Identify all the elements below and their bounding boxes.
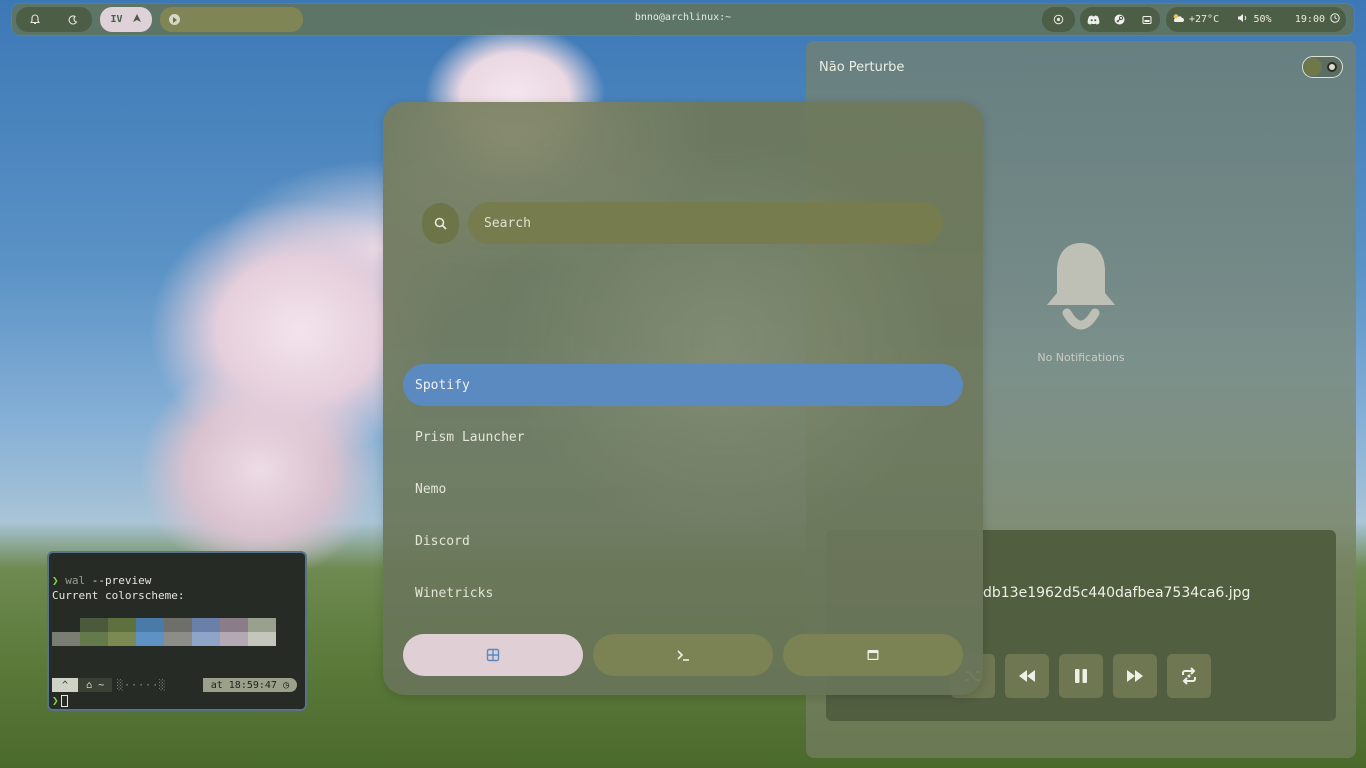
palette-swatch: [108, 618, 136, 632]
dnd-toggle[interactable]: [1302, 56, 1343, 78]
terminal-input-line[interactable]: ❯: [52, 693, 68, 708]
palette-swatch: [136, 632, 164, 646]
pause-button[interactable]: [1059, 654, 1103, 698]
search-icon: [434, 217, 447, 230]
command-name: wal: [65, 574, 86, 587]
repeat-icon: [1182, 667, 1196, 685]
speaker-icon: [1237, 13, 1248, 26]
status-separator: ░·····░: [117, 679, 167, 691]
fast-forward-icon: [1127, 670, 1143, 682]
palette-swatch: [164, 618, 192, 632]
status-area: +27°C 50% 19:00: [1166, 7, 1346, 32]
discord-icon[interactable]: [1082, 15, 1104, 25]
volume-widget[interactable]: 50%: [1237, 13, 1276, 26]
system-tray: [1080, 7, 1160, 32]
command-args: --preview: [85, 574, 152, 587]
terminal-output: Current colorscheme:: [52, 589, 185, 602]
palette-swatch: [248, 618, 276, 632]
app-launcher: Spotify Prism Launcher Nemo Discord Wine…: [383, 102, 983, 695]
palette-swatch: [220, 632, 248, 646]
repeat-button[interactable]: [1167, 654, 1211, 698]
text-cursor: [60, 695, 68, 707]
prompt-symbol: ❯: [52, 574, 59, 587]
palette-swatch: [136, 618, 164, 632]
color-palette: [52, 618, 276, 646]
dnd-title: Não Perturbe: [819, 60, 905, 75]
tab-windows[interactable]: [783, 634, 963, 676]
record-icon[interactable]: [1048, 14, 1070, 25]
clock-widget[interactable]: 19:00: [1290, 13, 1340, 26]
app-item-winetricks[interactable]: Winetricks: [403, 572, 963, 614]
clock-time: 19:00: [1294, 14, 1325, 25]
record-toggle[interactable]: [1042, 7, 1075, 32]
terminal-window[interactable]: ❯ wal --preview Current colorscheme: ^ ⌂…: [47, 551, 307, 711]
palette-swatch: [192, 618, 220, 632]
palette-swatch: [80, 618, 108, 632]
steam-icon[interactable]: [1109, 14, 1131, 25]
app-item-discord[interactable]: Discord: [403, 520, 963, 562]
track-title: db13e1962d5c440dafbea7534ca6.jpg: [983, 585, 1251, 601]
palette-swatch: [192, 632, 220, 646]
tray-app-icon[interactable]: [1136, 15, 1158, 25]
palette-swatch: [52, 632, 80, 646]
status-segment-dir: ⌂ ~: [78, 678, 113, 692]
status-segment-os: ^: [52, 678, 79, 692]
window-icon: [867, 650, 879, 660]
palette-swatch: [220, 618, 248, 632]
status-segment-time: at 18:59:47 ◷: [202, 678, 297, 692]
weather-widget[interactable]: +27°C: [1172, 13, 1224, 26]
app-item-nemo[interactable]: Nemo: [403, 468, 963, 510]
prompt-symbol: ❯: [52, 694, 59, 707]
palette-swatch: [164, 632, 192, 646]
search-input[interactable]: [468, 202, 943, 244]
rewind-icon: [1019, 670, 1035, 682]
terminal-command-line: ❯ wal --preview: [52, 573, 305, 588]
previous-button[interactable]: [1005, 654, 1049, 698]
toggle-track-knob: [1304, 58, 1322, 76]
prompt-statusline: ^ ⌂ ~ ░·····░ at 18:59:47 ◷: [52, 678, 297, 692]
app-item-prism-launcher[interactable]: Prism Launcher: [403, 416, 963, 458]
tab-apps[interactable]: [403, 634, 583, 676]
palette-swatch: [108, 632, 136, 646]
toggle-indicator: [1327, 62, 1337, 72]
terminal-icon: [677, 650, 689, 661]
palette-swatch: [80, 632, 108, 646]
palette-swatch: [248, 632, 276, 646]
next-button[interactable]: [1113, 654, 1157, 698]
tab-commands[interactable]: [593, 634, 773, 676]
app-item-spotify[interactable]: Spotify: [403, 364, 963, 406]
weather-temp: +27°C: [1189, 14, 1220, 25]
bell-icon: [1045, 241, 1117, 333]
grid-icon: [486, 648, 500, 662]
pause-icon: [1075, 669, 1087, 683]
volume-level: 50%: [1253, 14, 1272, 25]
top-bar: IV bnno@archlinux:~ +27°C 50% 19:00: [12, 4, 1354, 35]
partly-cloudy-icon: [1172, 13, 1184, 26]
search-button[interactable]: [422, 203, 459, 244]
clock-icon: [1330, 13, 1340, 26]
palette-swatch: [52, 618, 80, 632]
